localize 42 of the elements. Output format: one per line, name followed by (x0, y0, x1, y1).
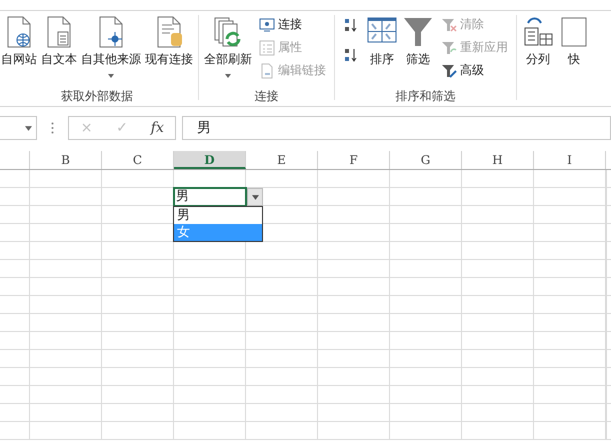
filter-clear-icon (441, 16, 457, 32)
ribbon-button[interactable]: 高级 (441, 61, 508, 80)
column-header[interactable]: B (30, 151, 102, 169)
ribbon-button[interactable]: 全部刷新 (203, 15, 253, 78)
group-label: 连接 (254, 88, 280, 105)
column-header[interactable]: E (246, 151, 318, 169)
ribbon-button[interactable]: 现有连接 (144, 15, 194, 68)
filter-icon (402, 15, 434, 49)
column-header[interactable]: I (534, 151, 606, 169)
sort-ascending-icon (343, 17, 359, 33)
list-icon (259, 40, 275, 56)
active-cell[interactable]: 男 (173, 187, 247, 207)
column-header[interactable]: H (462, 151, 534, 169)
sort-ascending-button[interactable] (343, 17, 359, 33)
column-header[interactable]: D (174, 151, 246, 169)
ribbon-button[interactable]: 分列 (521, 15, 555, 68)
sort-descending-button[interactable] (343, 47, 359, 63)
caret-icon (252, 194, 258, 200)
filter-refresh-icon (441, 40, 457, 56)
insert-function-button[interactable]: fx (143, 120, 172, 136)
column-header[interactable]: G (390, 151, 462, 169)
dropdown-button[interactable] (247, 188, 263, 206)
monitor-icon (259, 16, 275, 32)
group-label: 获取外部数据 (60, 88, 134, 105)
more-icon[interactable] (51, 122, 54, 134)
ribbon-button[interactable]: 连接 (259, 15, 326, 34)
ribbon-button[interactable]: 快 (557, 15, 591, 68)
ribbon-button[interactable]: 自文本 (40, 15, 78, 68)
dropdown-option[interactable]: 男 (174, 207, 262, 224)
ribbon-button[interactable]: 自其他来源 (80, 15, 142, 78)
group-label: 排序和筛选 (394, 88, 456, 105)
ribbon-button[interactable]: 筛选 (401, 15, 435, 68)
ribbon-button[interactable]: 自网站 (0, 15, 38, 68)
column-header[interactable]: F (318, 151, 390, 169)
filter-pencil-icon (441, 62, 457, 78)
caret-icon (225, 74, 231, 78)
formula-input[interactable]: 男 (182, 116, 611, 140)
document-link-icon (259, 62, 275, 78)
caret-icon (108, 74, 114, 78)
ribbon-button[interactable]: 排序 (365, 15, 399, 68)
caret-icon (25, 126, 32, 130)
sort-descending-icon (343, 47, 359, 63)
